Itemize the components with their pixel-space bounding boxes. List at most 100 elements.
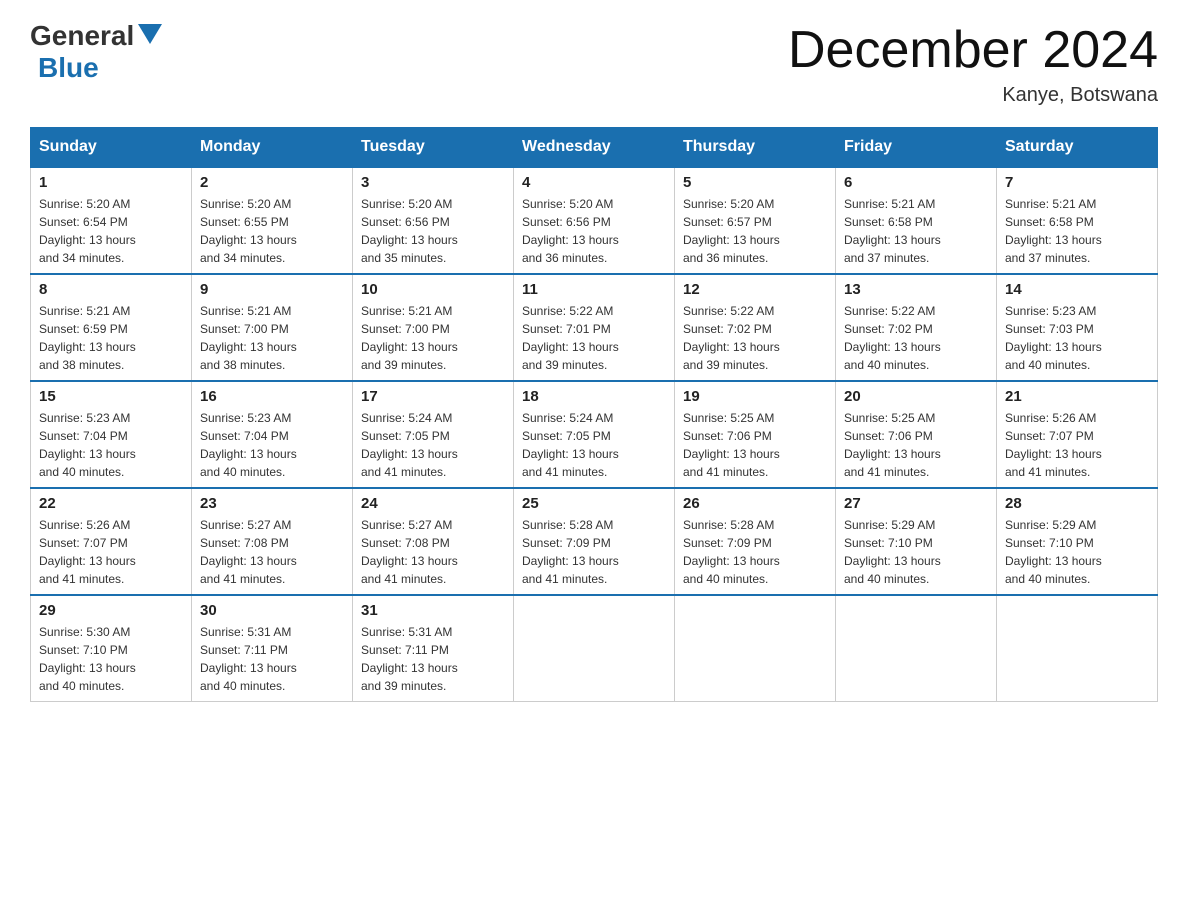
day-info: Sunrise: 5:26 AMSunset: 7:07 PMDaylight:… bbox=[39, 516, 183, 588]
day-number: 7 bbox=[1005, 174, 1149, 191]
day-info: Sunrise: 5:20 AMSunset: 6:56 PMDaylight:… bbox=[361, 195, 505, 267]
day-number: 5 bbox=[683, 174, 827, 191]
calendar-cell: 13 Sunrise: 5:22 AMSunset: 7:02 PMDayligh… bbox=[836, 274, 997, 381]
calendar-cell: 2Sunrise: 5:20 AMSunset: 6:55 PMDaylight… bbox=[192, 167, 353, 274]
day-info: Sunrise: 5:28 AMSunset: 7:09 PMDaylight:… bbox=[683, 516, 827, 588]
header-row: SundayMondayTuesdayWednesdayThursdayFrid… bbox=[31, 128, 1158, 168]
day-number: 30 bbox=[200, 602, 344, 619]
day-number: 9 bbox=[200, 281, 344, 298]
calendar-cell: 9 Sunrise: 5:21 AMSunset: 7:00 PMDaylight… bbox=[192, 274, 353, 381]
calendar-cell: 20Sunrise: 5:25 AMSunset: 7:06 PMDayligh… bbox=[836, 381, 997, 488]
day-number: 17 bbox=[361, 388, 505, 405]
day-number: 16 bbox=[200, 388, 344, 405]
day-info: Sunrise: 5:22 AMSunset: 7:02 PMDaylight:… bbox=[844, 302, 988, 374]
calendar-cell: 21 Sunrise: 5:26 AMSunset: 7:07 PMDayligh… bbox=[997, 381, 1158, 488]
day-number: 14 bbox=[1005, 281, 1149, 298]
calendar-cell: 1 Sunrise: 5:20 AMSunset: 6:54 PMDaylight… bbox=[31, 167, 192, 274]
calendar-cell: 10 Sunrise: 5:21 AMSunset: 7:00 PMDayligh… bbox=[353, 274, 514, 381]
calendar-cell bbox=[514, 595, 675, 702]
calendar-cell: 14Sunrise: 5:23 AMSunset: 7:03 PMDayligh… bbox=[997, 274, 1158, 381]
day-info: Sunrise: 5:26 AMSunset: 7:07 PMDaylight:… bbox=[1005, 409, 1149, 481]
calendar-cell: 16Sunrise: 5:23 AMSunset: 7:04 PMDayligh… bbox=[192, 381, 353, 488]
day-number: 25 bbox=[522, 495, 666, 512]
month-title: December 2024 bbox=[788, 20, 1158, 80]
day-info: Sunrise: 5:20 AMSunset: 6:55 PMDaylight:… bbox=[200, 195, 344, 267]
calendar-cell bbox=[675, 595, 836, 702]
day-number: 12 bbox=[683, 281, 827, 298]
day-info: Sunrise: 5:22 AMSunset: 7:02 PMDaylight:… bbox=[683, 302, 827, 374]
calendar-cell bbox=[836, 595, 997, 702]
day-number: 21 bbox=[1005, 388, 1149, 405]
calendar-cell: 6Sunrise: 5:21 AMSunset: 6:58 PMDaylight… bbox=[836, 167, 997, 274]
day-info: Sunrise: 5:27 AMSunset: 7:08 PMDaylight:… bbox=[361, 516, 505, 588]
calendar-cell: 24 Sunrise: 5:27 AMSunset: 7:08 PMDayligh… bbox=[353, 488, 514, 595]
calendar-cell: 11 Sunrise: 5:22 AMSunset: 7:01 PMDayligh… bbox=[514, 274, 675, 381]
day-number: 3 bbox=[361, 174, 505, 191]
logo-triangle-icon bbox=[138, 24, 162, 44]
day-number: 22 bbox=[39, 495, 183, 512]
day-info: Sunrise: 5:21 AMSunset: 6:58 PMDaylight:… bbox=[844, 195, 988, 267]
calendar-week-row: 29Sunrise: 5:30 AMSunset: 7:10 PMDayligh… bbox=[31, 595, 1158, 702]
day-info: Sunrise: 5:20 AMSunset: 6:56 PMDaylight:… bbox=[522, 195, 666, 267]
calendar-table: SundayMondayTuesdayWednesdayThursdayFrid… bbox=[30, 127, 1158, 702]
logo-blue-text: Blue bbox=[38, 52, 99, 84]
day-info: Sunrise: 5:23 AMSunset: 7:04 PMDaylight:… bbox=[39, 409, 183, 481]
calendar-cell bbox=[997, 595, 1158, 702]
day-number: 10 bbox=[361, 281, 505, 298]
day-number: 4 bbox=[522, 174, 666, 191]
calendar-cell: 4 Sunrise: 5:20 AMSunset: 6:56 PMDaylight… bbox=[514, 167, 675, 274]
day-number: 19 bbox=[683, 388, 827, 405]
calendar-week-row: 1 Sunrise: 5:20 AMSunset: 6:54 PMDaylight… bbox=[31, 167, 1158, 274]
day-number: 1 bbox=[39, 174, 183, 191]
calendar-cell: 30 Sunrise: 5:31 AMSunset: 7:11 PMDayligh… bbox=[192, 595, 353, 702]
day-info: Sunrise: 5:31 AMSunset: 7:11 PMDaylight:… bbox=[200, 623, 344, 695]
day-number: 13 bbox=[844, 281, 988, 298]
header-cell-thursday: Thursday bbox=[675, 128, 836, 168]
day-info: Sunrise: 5:25 AMSunset: 7:06 PMDaylight:… bbox=[683, 409, 827, 481]
day-number: 23 bbox=[200, 495, 344, 512]
day-info: Sunrise: 5:29 AMSunset: 7:10 PMDaylight:… bbox=[1005, 516, 1149, 588]
day-number: 15 bbox=[39, 388, 183, 405]
calendar-cell: 8 Sunrise: 5:21 AMSunset: 6:59 PMDaylight… bbox=[31, 274, 192, 381]
day-info: Sunrise: 5:29 AMSunset: 7:10 PMDaylight:… bbox=[844, 516, 988, 588]
calendar-cell: 22 Sunrise: 5:26 AMSunset: 7:07 PMDayligh… bbox=[31, 488, 192, 595]
title-area: December 2024 Kanye, Botswana bbox=[788, 20, 1158, 107]
calendar-header: SundayMondayTuesdayWednesdayThursdayFrid… bbox=[31, 128, 1158, 168]
day-number: 11 bbox=[522, 281, 666, 298]
calendar-cell: 7 Sunrise: 5:21 AMSunset: 6:58 PMDaylight… bbox=[997, 167, 1158, 274]
day-info: Sunrise: 5:31 AMSunset: 7:11 PMDaylight:… bbox=[361, 623, 505, 695]
page-header: General Blue December 2024 Kanye, Botswa… bbox=[30, 20, 1158, 107]
day-number: 27 bbox=[844, 495, 988, 512]
day-info: Sunrise: 5:24 AMSunset: 7:05 PMDaylight:… bbox=[522, 409, 666, 481]
calendar-cell: 17Sunrise: 5:24 AMSunset: 7:05 PMDayligh… bbox=[353, 381, 514, 488]
day-info: Sunrise: 5:21 AMSunset: 6:58 PMDaylight:… bbox=[1005, 195, 1149, 267]
location-text: Kanye, Botswana bbox=[788, 84, 1158, 107]
day-info: Sunrise: 5:21 AMSunset: 6:59 PMDaylight:… bbox=[39, 302, 183, 374]
day-info: Sunrise: 5:22 AMSunset: 7:01 PMDaylight:… bbox=[522, 302, 666, 374]
calendar-cell: 18 Sunrise: 5:24 AMSunset: 7:05 PMDayligh… bbox=[514, 381, 675, 488]
header-cell-tuesday: Tuesday bbox=[353, 128, 514, 168]
day-number: 24 bbox=[361, 495, 505, 512]
day-info: Sunrise: 5:21 AMSunset: 7:00 PMDaylight:… bbox=[200, 302, 344, 374]
calendar-cell: 29Sunrise: 5:30 AMSunset: 7:10 PMDayligh… bbox=[31, 595, 192, 702]
logo-general-text: General bbox=[30, 20, 134, 52]
day-info: Sunrise: 5:21 AMSunset: 7:00 PMDaylight:… bbox=[361, 302, 505, 374]
day-info: Sunrise: 5:20 AMSunset: 6:57 PMDaylight:… bbox=[683, 195, 827, 267]
calendar-cell: 28 Sunrise: 5:29 AMSunset: 7:10 PMDayligh… bbox=[997, 488, 1158, 595]
calendar-body: 1 Sunrise: 5:20 AMSunset: 6:54 PMDaylight… bbox=[31, 167, 1158, 702]
header-cell-sunday: Sunday bbox=[31, 128, 192, 168]
day-info: Sunrise: 5:27 AMSunset: 7:08 PMDaylight:… bbox=[200, 516, 344, 588]
day-number: 8 bbox=[39, 281, 183, 298]
calendar-cell: 19 Sunrise: 5:25 AMSunset: 7:06 PMDayligh… bbox=[675, 381, 836, 488]
calendar-cell: 23 Sunrise: 5:27 AMSunset: 7:08 PMDayligh… bbox=[192, 488, 353, 595]
day-info: Sunrise: 5:28 AMSunset: 7:09 PMDaylight:… bbox=[522, 516, 666, 588]
calendar-cell: 31 Sunrise: 5:31 AMSunset: 7:11 PMDayligh… bbox=[353, 595, 514, 702]
calendar-cell: 15 Sunrise: 5:23 AMSunset: 7:04 PMDayligh… bbox=[31, 381, 192, 488]
day-number: 28 bbox=[1005, 495, 1149, 512]
calendar-cell: 27 Sunrise: 5:29 AMSunset: 7:10 PMDayligh… bbox=[836, 488, 997, 595]
day-number: 18 bbox=[522, 388, 666, 405]
calendar-week-row: 22 Sunrise: 5:26 AMSunset: 7:07 PMDayligh… bbox=[31, 488, 1158, 595]
day-info: Sunrise: 5:20 AMSunset: 6:54 PMDaylight:… bbox=[39, 195, 183, 267]
day-info: Sunrise: 5:30 AMSunset: 7:10 PMDaylight:… bbox=[39, 623, 183, 695]
day-number: 31 bbox=[361, 602, 505, 619]
